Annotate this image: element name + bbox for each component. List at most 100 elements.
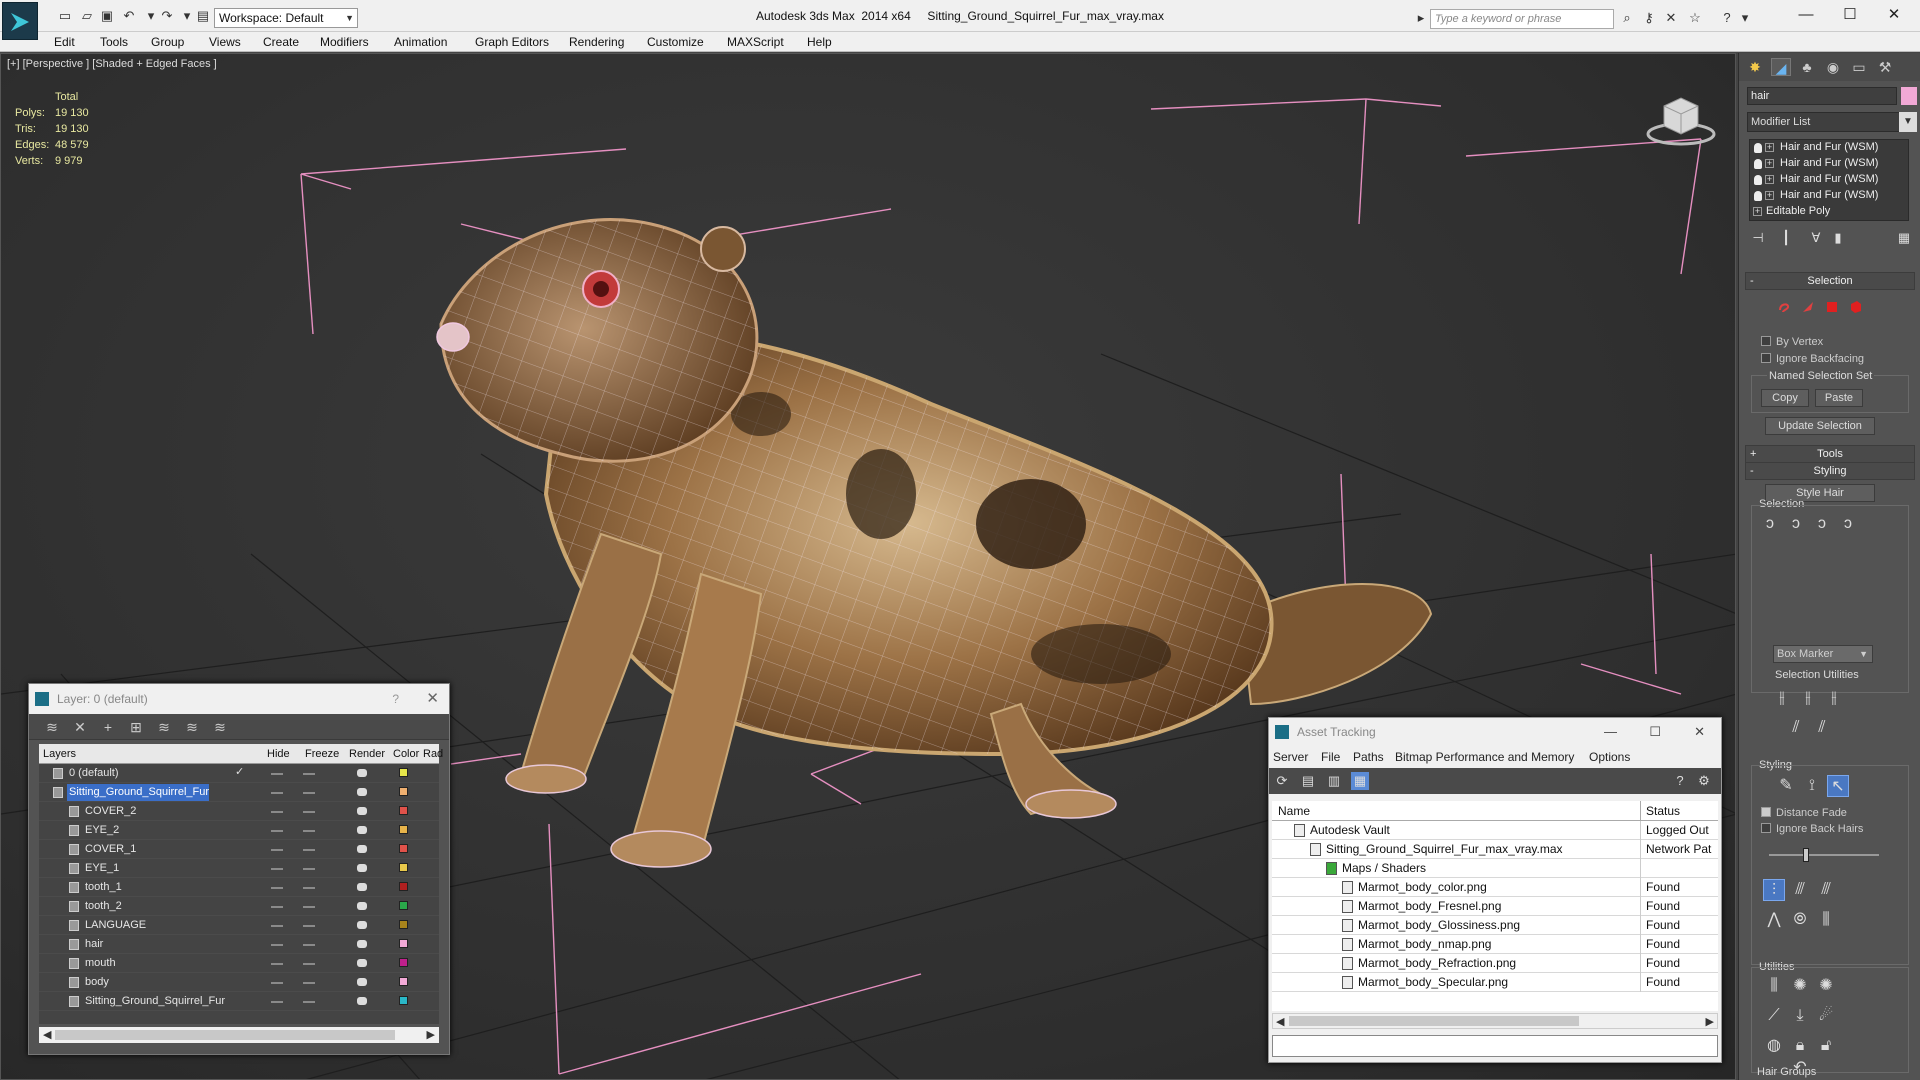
add-icon[interactable]: +: [99, 718, 117, 736]
polygon-icon[interactable]: [1825, 300, 1839, 314]
expand-icon[interactable]: +: [1753, 207, 1762, 216]
asset-row[interactable]: Marmot_body_Refraction.png Found: [1272, 954, 1718, 973]
freeze-toggle[interactable]: [303, 887, 315, 889]
show-hidden-icon[interactable]: ⫽: [1811, 717, 1833, 739]
col-name[interactable]: Name: [1278, 804, 1310, 818]
hide-toggle[interactable]: [271, 773, 283, 775]
layer-row[interactable]: Sitting_Ground_Squirrel_Fur: [39, 992, 439, 1011]
layer-row[interactable]: COVER_2: [39, 802, 439, 821]
freeze-toggle[interactable]: [303, 982, 315, 984]
hide-selected-icon[interactable]: ⫽: [1785, 717, 1807, 739]
col-color[interactable]: Color: [393, 748, 419, 760]
freeze-toggle[interactable]: [303, 811, 315, 813]
settings-icon[interactable]: ⚙: [1695, 772, 1713, 790]
layer-color-swatch[interactable]: [399, 958, 408, 967]
checkbox[interactable]: [1761, 807, 1771, 817]
layer-name[interactable]: EYE_1: [83, 860, 119, 877]
configure-sets-icon[interactable]: ▦: [1895, 230, 1913, 248]
lightbulb-icon[interactable]: [1754, 159, 1762, 169]
layer-name[interactable]: tooth_2: [83, 898, 122, 915]
layer-row[interactable]: mouth: [39, 954, 439, 973]
render-teapot-icon[interactable]: [357, 921, 367, 929]
translate-brush-icon[interactable]: ⫶: [1763, 879, 1785, 901]
styling-rollout-header[interactable]: - Styling: [1745, 462, 1915, 480]
render-teapot-icon[interactable]: [357, 788, 367, 796]
table-view-icon[interactable]: ▦: [1351, 772, 1369, 790]
layer-color-swatch[interactable]: [399, 939, 408, 948]
recomb-icon[interactable]: ⟋: [1763, 1005, 1785, 1027]
star-icon[interactable]: ☆: [1686, 10, 1704, 26]
scrollbar-thumb[interactable]: [1289, 1016, 1579, 1026]
reset-rest-icon[interactable]: ⤓: [1789, 1005, 1811, 1027]
layer-row[interactable]: EYE_1: [39, 859, 439, 878]
distance-fade-checkbox[interactable]: Distance Fade: [1761, 807, 1847, 819]
layer-row[interactable]: tooth_2: [39, 897, 439, 916]
close-icon[interactable]: ✕: [426, 684, 439, 714]
asset-menu-options[interactable]: Options: [1589, 750, 1630, 764]
hide-toggle[interactable]: [271, 868, 283, 870]
select-by-root-icon[interactable]: ↄ: [1837, 513, 1859, 535]
lock-icon[interactable]: 🔒︎: [1789, 1035, 1811, 1057]
maximize-icon[interactable]: ☐: [1649, 718, 1661, 746]
element-icon[interactable]: [1849, 300, 1863, 314]
puff-brush-icon[interactable]: ⫻: [1815, 879, 1837, 901]
hide-toggle[interactable]: [271, 849, 283, 851]
layer-name[interactable]: COVER_1: [83, 841, 136, 858]
display-tab-icon[interactable]: ▭: [1849, 58, 1869, 76]
menu-maxscript[interactable]: MAXScript: [727, 35, 784, 49]
layer-window-titlebar[interactable]: Layer: 0 (default) ? ✕: [29, 684, 449, 714]
layer-row[interactable]: hair: [39, 935, 439, 954]
asset-menu-bitmap[interactable]: Bitmap Performance and Memory: [1395, 750, 1574, 764]
render-teapot-icon[interactable]: [357, 978, 367, 986]
layer-name[interactable]: 0 (default): [67, 765, 119, 782]
asset-row[interactable]: Maps / Shaders: [1272, 859, 1718, 878]
layer-color-swatch[interactable]: [399, 920, 408, 929]
col-render[interactable]: Render: [349, 748, 385, 760]
render-teapot-icon[interactable]: [357, 807, 367, 815]
layer-row[interactable]: LANGUAGE: [39, 916, 439, 935]
render-teapot-icon[interactable]: [357, 769, 367, 777]
delete-icon[interactable]: ✕: [71, 718, 89, 736]
freeze-toggle[interactable]: [303, 868, 315, 870]
object-color-swatch[interactable]: [1901, 87, 1917, 105]
detail-view-icon[interactable]: ▥: [1325, 772, 1343, 790]
layer-color-swatch[interactable]: [399, 787, 408, 796]
highlight-layer-icon[interactable]: ≋: [155, 718, 173, 736]
make-unique-icon[interactable]: ∀: [1807, 230, 1825, 248]
layer-color-swatch[interactable]: [399, 806, 408, 815]
hide-toggle[interactable]: [271, 925, 283, 927]
box-marker-dropdown[interactable]: Box Marker ▼: [1773, 645, 1873, 663]
col-status[interactable]: Status: [1646, 804, 1680, 818]
toggle-hair-icon[interactable]: ◍: [1763, 1035, 1785, 1057]
layer-row[interactable]: 0 (default) ✓: [39, 764, 439, 783]
key-icon[interactable]: ⚷: [1640, 10, 1658, 26]
show-end-result-icon[interactable]: ┃: [1777, 230, 1795, 248]
help-icon[interactable]: ?: [1671, 772, 1689, 790]
lightbulb-icon[interactable]: [1754, 143, 1762, 153]
modify-tab-icon[interactable]: ◢: [1771, 58, 1791, 76]
layer-color-swatch[interactable]: [399, 768, 408, 777]
motion-tab-icon[interactable]: ◉: [1823, 58, 1843, 76]
scale-brush-icon[interactable]: ⫼: [1815, 909, 1837, 931]
layer-color-swatch[interactable]: [399, 863, 408, 872]
stack-item[interactable]: + Hair and Fur (WSM): [1750, 140, 1908, 156]
layer-row[interactable]: Sitting_Ground_Squirrel_Fur: [39, 783, 439, 802]
hide-toggle[interactable]: [271, 811, 283, 813]
render-teapot-icon[interactable]: [357, 959, 367, 967]
col-layers[interactable]: Layers: [43, 748, 76, 760]
render-teapot-icon[interactable]: [357, 826, 367, 834]
hide-toggle[interactable]: [271, 963, 283, 965]
expand-icon[interactable]: +: [1765, 175, 1774, 184]
render-teapot-icon[interactable]: [357, 864, 367, 872]
lightbulb-icon[interactable]: [1754, 191, 1762, 201]
hierarchy-tab-icon[interactable]: ♣: [1797, 58, 1817, 76]
object-name-field[interactable]: hair: [1747, 87, 1897, 105]
expand-icon[interactable]: +: [1765, 143, 1774, 152]
checkbox[interactable]: [1761, 336, 1771, 346]
freeze-toggle[interactable]: [303, 925, 315, 927]
ignore-backfacing-checkbox[interactable]: Ignore Backfacing: [1761, 353, 1864, 365]
menu-edit[interactable]: Edit: [54, 35, 75, 49]
utilities-tab-icon[interactable]: ⚒: [1875, 58, 1895, 76]
search-expand-icon[interactable]: ▸: [1412, 10, 1430, 26]
copy-button[interactable]: Copy: [1761, 389, 1809, 407]
